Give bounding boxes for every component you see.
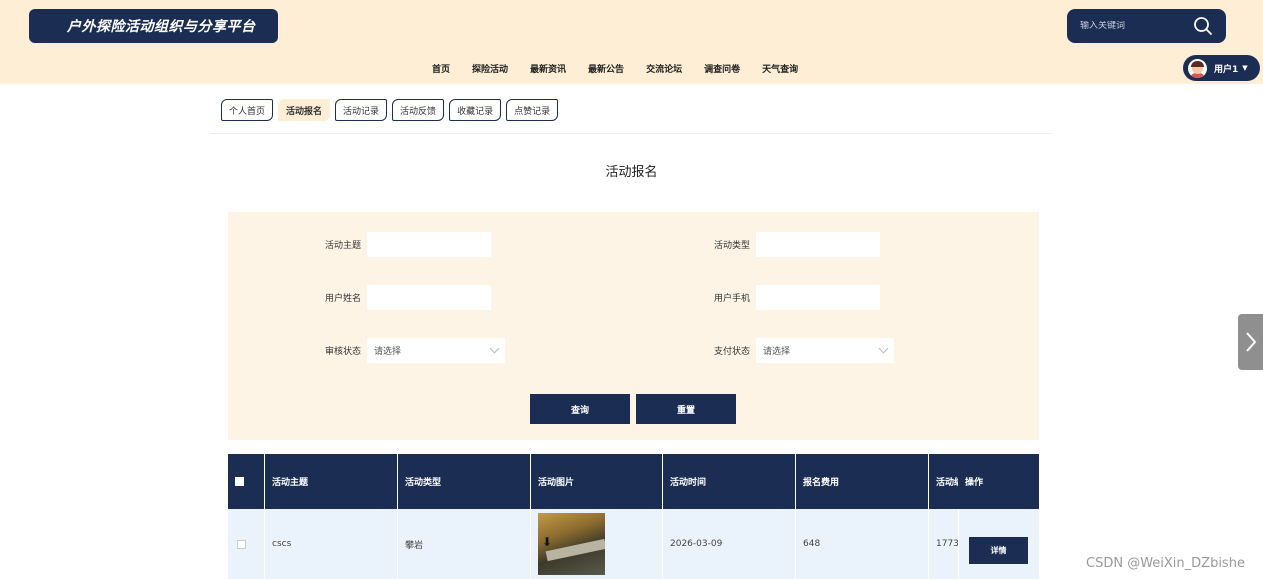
table-header: 活动主题 活动类型 活动图片 活动时间 报名费用 活动编 [228,454,1039,509]
pay-status-value: 请选择 [763,347,791,357]
carousel-next-button[interactable] [1238,314,1263,370]
tab-likes[interactable]: 点赞记录 [506,99,559,121]
field-user-phone: 用户手机 [690,285,880,310]
select-all-cell [228,454,265,509]
col-theme: 活动主题 [265,454,398,509]
field-activity-type: 活动类型 [690,232,880,257]
col-action: 操作 [958,454,1039,509]
col-type: 活动类型 [398,454,531,509]
cell-type: 攀岩 [398,509,531,579]
mouse-cursor-icon: ⬇ [542,535,553,549]
nav-news[interactable]: 最新资讯 [530,62,566,75]
row-checkbox[interactable] [237,539,246,549]
page-title: 活动报名 [605,165,658,180]
col-code: 活动编 [936,478,959,488]
search-input[interactable] [1080,21,1190,31]
cell-theme: cscs [265,509,398,579]
cell-time: 2026-03-09 [663,509,796,579]
cell-image: ⬇ [531,509,663,579]
field-pay-status: 支付状态 请选择 [690,338,894,363]
chevron-down-icon [489,343,500,354]
tab-activity-record[interactable]: 活动记录 [335,99,388,121]
tab-activity-signup[interactable]: 活动报名 [278,99,331,121]
activity-type-input[interactable] [756,232,880,257]
nav-forum[interactable]: 交流论坛 [646,62,682,75]
nav-weather[interactable]: 天气查询 [762,62,798,75]
cell-fee: 648 [796,509,929,579]
signup-table: 活动主题 活动类型 活动图片 活动时间 报名费用 活动编 cscs 攀岩 ⬇ 2… [228,454,1039,579]
col-fee: 报名费用 [796,454,929,509]
divider [210,133,1053,134]
pay-status-select[interactable]: 请选择 [756,338,894,363]
user-name-label: 用户姓名 [324,294,361,304]
field-user-name: 用户姓名 [301,285,491,310]
review-status-select[interactable]: 请选择 [367,338,505,363]
watermark: CSDN @WeiXin_DZbishe [1086,556,1245,571]
nav-notice[interactable]: 最新公告 [588,62,624,75]
reset-button[interactable]: 重置 [636,394,736,424]
detail-button[interactable]: 详情 [969,537,1028,564]
tab-profile[interactable]: 个人首页 [221,99,274,121]
row-select-cell [228,509,265,579]
field-review-status: 审核状态 请选择 [301,338,505,363]
nav-adventure[interactable]: 探险活动 [472,62,508,75]
user-phone-label: 用户手机 [713,294,750,304]
review-status-value: 请选择 [374,347,402,357]
pay-status-label: 支付状态 [713,347,750,357]
main-nav: 首页 探险活动 最新资讯 最新公告 交流论坛 调查问卷 天气查询 [432,62,820,75]
center-tabs: 个人首页 活动报名 活动记录 活动反馈 收藏记录 点赞记录 [221,99,563,121]
caret-down-icon: ▼ [1242,64,1248,72]
col-image: 活动图片 [531,454,663,509]
avatar [1188,58,1207,78]
review-status-label: 审核状态 [324,347,361,357]
chevron-right-icon [1245,332,1256,352]
user-phone-input[interactable] [756,285,880,310]
activity-theme-input[interactable] [367,232,491,257]
col-time: 活动时间 [663,454,796,509]
search-form: 活动主题 活动类型 用户姓名 用户手机 审核状态 请选择 支付状态 请选择 查询… [228,212,1039,440]
activity-image[interactable]: ⬇ [538,513,605,575]
user-menu[interactable]: 用户1 ▼ [1183,55,1260,81]
site-title[interactable]: 户外探险活动组织与分享平台 [29,9,278,43]
activity-type-label: 活动类型 [713,241,750,251]
tab-favorites[interactable]: 收藏记录 [449,99,502,121]
search-box[interactable] [1067,9,1226,43]
nav-survey[interactable]: 调查问卷 [704,62,740,75]
activity-theme-label: 活动主题 [324,241,361,251]
field-activity-theme: 活动主题 [301,232,491,257]
query-button[interactable]: 查询 [530,394,630,424]
chevron-down-icon [878,343,889,354]
table-row: cscs 攀岩 ⬇ 2026-03-09 648 177304 [228,509,1039,579]
tab-activity-feedback[interactable]: 活动反馈 [392,99,445,121]
search-icon[interactable] [1193,16,1213,36]
select-all-checkbox[interactable] [235,477,244,486]
user-name-input[interactable] [367,285,491,310]
nav-home[interactable]: 首页 [432,62,450,75]
header: 户外探险活动组织与分享平台 首页 探险活动 最新资讯 最新公告 交流论坛 调查问… [0,0,1263,84]
user-name: 用户1 [1214,64,1239,75]
